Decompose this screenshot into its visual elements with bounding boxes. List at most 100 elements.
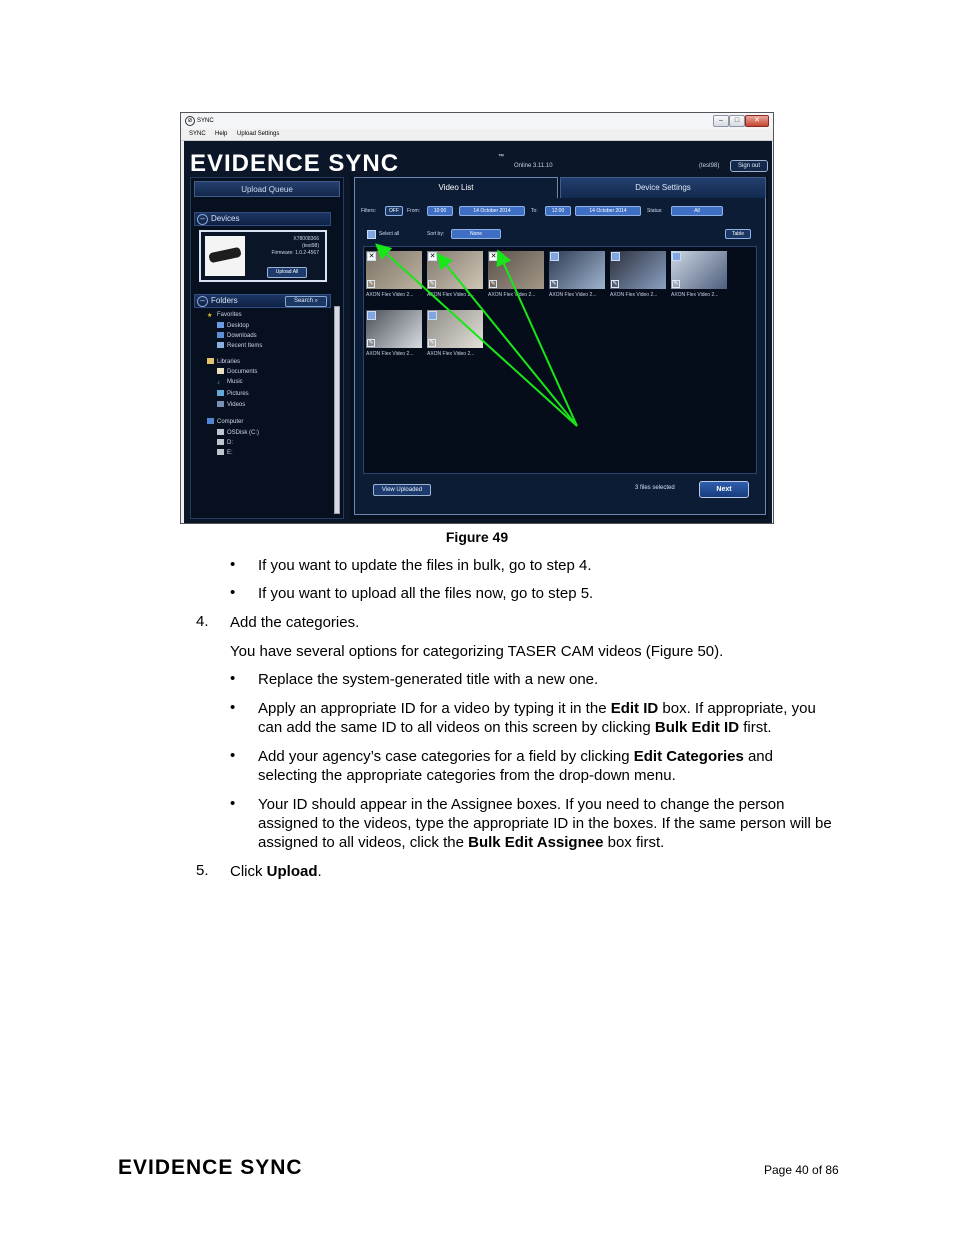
tab-device-settings[interactable]: Device Settings (560, 177, 766, 199)
close-button[interactable]: ✕ (745, 115, 769, 127)
bullet-edit-id: Apply an appropriate ID for a video by t… (258, 700, 816, 736)
folders-header[interactable]: – Folders Search ⌕ (194, 294, 331, 308)
video-name: AXON Flex Video 2... (366, 292, 414, 298)
folders-label: Folders (211, 296, 238, 305)
collapse-icon[interactable]: – (197, 296, 208, 307)
device-card[interactable]: X78008366 (test98) Firmware: 1.0.2-4567 … (199, 230, 327, 282)
left-panel: Upload Queue – Devices X78008366 (test98)… (190, 177, 344, 519)
libraries-icon (207, 358, 214, 364)
view-uploaded-button[interactable]: View Uploaded (373, 484, 431, 496)
upload-all-button[interactable]: Upload All (267, 267, 307, 278)
tree-computer[interactable]: Computer (207, 418, 243, 425)
svg-text:™: ™ (498, 153, 504, 160)
tree-documents[interactable]: Documents (217, 368, 257, 375)
tree-videos[interactable]: Videos (217, 401, 245, 408)
minimize-button[interactable]: – (713, 115, 729, 127)
bullet-marker: • (230, 699, 236, 716)
select-all-label: Select all (379, 231, 400, 237)
pictures-icon (217, 390, 224, 396)
collapse-icon[interactable]: – (197, 214, 208, 225)
window-title: SYNC (197, 118, 214, 124)
folder-scrollbar[interactable] (334, 306, 340, 514)
edit-pencil-icon[interactable]: ✎ (611, 280, 619, 288)
sign-out-button[interactable]: Sign out (730, 160, 768, 172)
video-list-area: Filters: OFF From: 10:00 14 October 2014… (354, 198, 766, 515)
bullet-marker: • (230, 584, 236, 601)
step-4-text: Add the categories. (230, 614, 360, 631)
edit-pencil-icon[interactable]: ✎ (428, 280, 436, 288)
drive-icon (217, 449, 224, 455)
tab-video-list[interactable]: Video List (354, 177, 558, 199)
step-4-number: 4. (196, 613, 209, 630)
step-5-number: 5. (196, 862, 209, 879)
devices-header[interactable]: – Devices (194, 212, 331, 226)
video-name: AXON Flex Video 2... (549, 292, 597, 298)
video-checkbox[interactable] (550, 252, 559, 261)
edit-pencil-icon[interactable]: ✎ (489, 280, 497, 288)
next-button[interactable]: Next (699, 481, 749, 498)
filters-toggle[interactable]: OFF (385, 206, 403, 216)
svg-text:EVIDENCE SYNC: EVIDENCE SYNC (118, 1156, 303, 1177)
edit-pencil-icon[interactable]: ✎ (367, 280, 375, 288)
tree-libraries[interactable]: Libraries (207, 358, 240, 365)
tree-desktop[interactable]: Desktop (217, 322, 249, 329)
evidence-sync-logo: EVIDENCE SYNC ™ (190, 150, 504, 177)
edit-pencil-icon[interactable]: ✎ (550, 280, 558, 288)
bullet-upload-all: If you want to upload all the files now,… (258, 585, 594, 602)
bullet-marker: • (230, 747, 236, 764)
sort-by-label: Sort by: (427, 231, 445, 237)
video-checkbox[interactable] (428, 311, 437, 320)
drive-icon (217, 439, 224, 445)
footer-logo: EVIDENCE SYNC (118, 1156, 303, 1177)
select-all-checkbox[interactable] (367, 230, 376, 239)
app-window: EVIDENCE SYNC ™ Online 3.11.10 (test98) … (184, 141, 772, 523)
status-select[interactable]: All (671, 206, 723, 216)
tree-downloads[interactable]: Downloads (217, 332, 257, 339)
documents-icon (217, 368, 224, 374)
video-checkbox[interactable]: ✕ (489, 252, 498, 261)
computer-icon (207, 418, 214, 424)
video-checkbox[interactable] (611, 252, 620, 261)
bullet-replace-title: Replace the system-generated title with … (258, 671, 599, 688)
to-date-input[interactable]: 14 October 2014 (575, 206, 641, 216)
tree-drive-e[interactable]: E: (217, 449, 233, 456)
menu-help[interactable]: Help (215, 129, 227, 140)
to-time-input[interactable]: 12:00 (545, 206, 571, 216)
tree-favorites[interactable]: ★ Favorites (207, 312, 242, 319)
edit-pencil-icon[interactable]: ✎ (672, 280, 680, 288)
screenshot-figure: ⊘ SYNC – □ ✕ SYNC Help Upload Settings E… (180, 112, 774, 524)
tree-drive-d[interactable]: D: (217, 439, 233, 446)
video-checkbox[interactable] (367, 311, 376, 320)
video-grid: ✎ ✕ AXON Flex Video 2... ✎ ✕ AXON Flex Video … (363, 246, 757, 474)
tree-pictures[interactable]: Pictures (217, 390, 249, 397)
edit-pencil-icon[interactable]: ✎ (428, 339, 436, 347)
tree-music[interactable]: ♪ Music (217, 379, 243, 386)
upload-queue-tab[interactable]: Upload Queue (194, 181, 340, 197)
sort-by-select[interactable]: None (451, 229, 501, 239)
desktop-icon (217, 322, 224, 328)
status-label: Status: (647, 208, 663, 214)
video-checkbox[interactable] (672, 252, 681, 261)
bullet-marker: • (230, 795, 236, 812)
menu-upload-settings[interactable]: Upload Settings (237, 129, 279, 140)
table-view-button[interactable]: Table (725, 229, 751, 239)
edit-pencil-icon[interactable]: ✎ (367, 339, 375, 347)
from-date-input[interactable]: 14 October 2014 (459, 206, 525, 216)
menu-sync[interactable]: SYNC (189, 129, 206, 140)
video-name: AXON Flex Video 2... (671, 292, 719, 298)
from-time-input[interactable]: 10:00 (427, 206, 453, 216)
maximize-button[interactable]: □ (729, 115, 745, 127)
window-titlebar: ⊘ SYNC – □ ✕ (181, 113, 773, 129)
step-4-intro: You have several options for categorizin… (230, 643, 724, 660)
tree-osdisk[interactable]: OSDisk (C:) (217, 429, 259, 436)
search-button[interactable]: Search ⌕ (285, 296, 327, 307)
bullet-assignee: Your ID should appear in the Assignee bo… (258, 796, 832, 851)
device-serial: X78008366 (293, 236, 319, 242)
music-icon: ♪ (217, 380, 220, 386)
video-checkbox[interactable]: ✕ (367, 252, 376, 261)
tree-recent-items[interactable]: Recent Items (217, 342, 262, 349)
device-owner: (test98) (302, 243, 319, 249)
video-checkbox[interactable]: ✕ (428, 252, 437, 261)
user-label: (test98) (699, 163, 720, 169)
downloads-icon (217, 332, 224, 338)
